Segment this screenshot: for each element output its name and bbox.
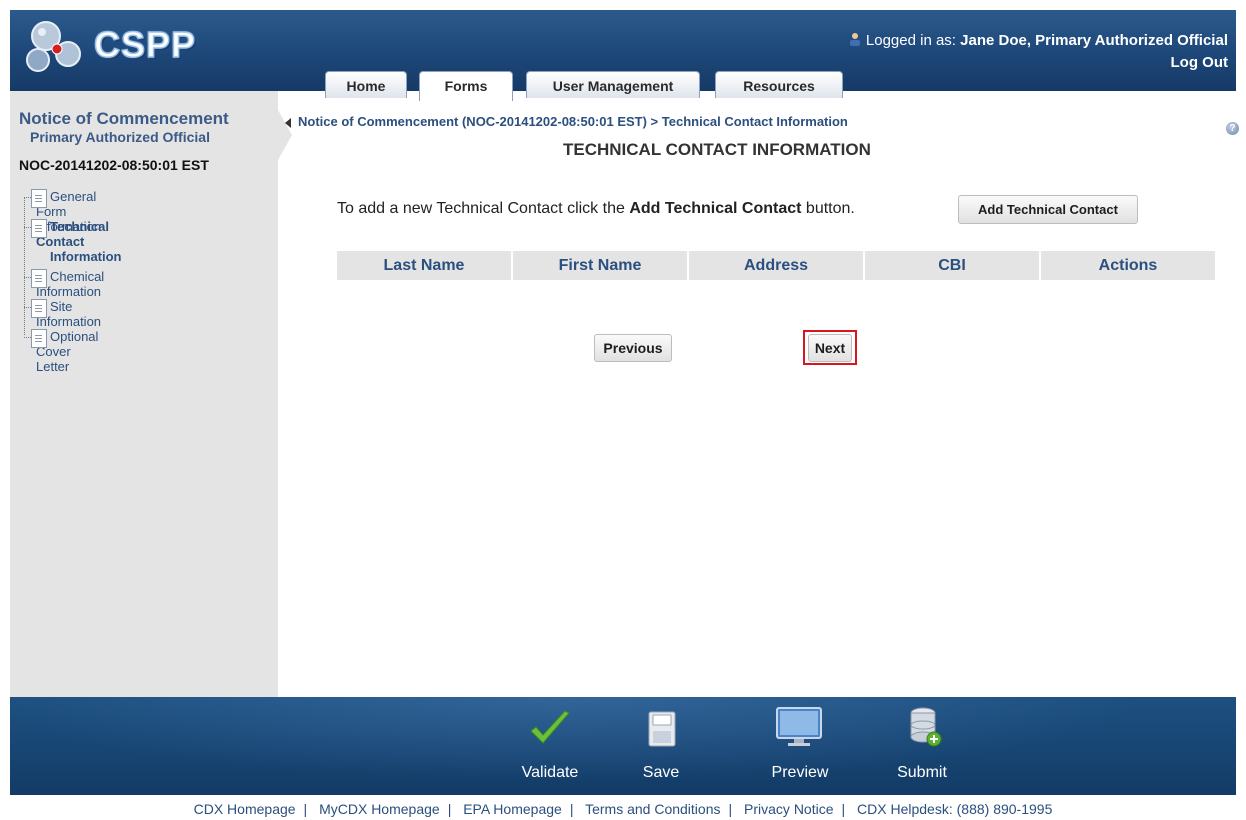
link-epa-homepage[interactable]: EPA Homepage	[463, 801, 562, 817]
add-technical-contact-button[interactable]: Add Technical Contact	[958, 195, 1138, 224]
app-header: CSPP Logged in as: Jane Doe, Primary Aut…	[10, 10, 1236, 101]
page-title: TECHNICAL CONTACT INFORMATION	[563, 140, 871, 159]
column-actions[interactable]: Actions	[1041, 251, 1215, 280]
submit-label: Submit	[897, 764, 947, 781]
instruction-pre: To add a new Technical Contact click the	[337, 200, 630, 217]
sidebar-title: Notice of Commencement	[19, 109, 229, 128]
form-id: NOC-20141202-08:50:01 EST	[19, 157, 209, 173]
save-label: Save	[642, 764, 680, 781]
document-icon	[31, 299, 47, 318]
form-sidebar: Notice of Commencement Primary Authorize…	[10, 91, 278, 697]
footer-links: CDX Homepage | MyCDX Homepage | EPA Homepa…	[0, 801, 1246, 817]
cspp-logo[interactable]: CSPP	[24, 16, 204, 76]
sidebar-subtitle: Primary Authorized Official	[30, 129, 210, 145]
link-cdx-homepage[interactable]: CDX Homepage	[194, 801, 296, 817]
instruction-text: To add a new Technical Contact click the…	[337, 200, 855, 218]
login-status: Logged in as: Jane Doe, Primary Authoriz…	[848, 32, 1228, 49]
instruction-post: button.	[801, 200, 855, 217]
sidebar-item-chemical-information[interactable]: Chemical Information	[31, 269, 104, 299]
help-icon[interactable]: ?	[1226, 122, 1239, 135]
document-icon	[31, 189, 47, 208]
tab-forms[interactable]: Forms	[419, 71, 513, 101]
user-name: Jane Doe, Primary Authorized Official	[960, 32, 1228, 49]
sidebar-item-label-line2: Information	[50, 249, 122, 264]
database-add-icon	[910, 707, 942, 747]
molecule-icon	[26, 21, 81, 72]
logged-in-label: Logged in as:	[865, 32, 956, 49]
monitor-icon	[776, 707, 822, 746]
sidebar-item-optional-cover-letter[interactable]: Optional Cover Letter	[31, 329, 98, 374]
link-separator: |	[447, 801, 452, 817]
collapse-arrow-icon[interactable]	[285, 118, 291, 128]
next-button[interactable]: Next	[808, 334, 852, 362]
link-separator: |	[569, 801, 574, 817]
link-separator: |	[728, 801, 733, 817]
tab-resources[interactable]: Resources	[715, 71, 843, 98]
link-terms-and-conditions[interactable]: Terms and Conditions	[585, 801, 720, 817]
link-mycdx-homepage[interactable]: MyCDX Homepage	[319, 801, 440, 817]
app-name: CSPP	[93, 23, 197, 66]
column-first-name[interactable]: First Name	[513, 251, 687, 280]
sidebar-item-technical-contact-information[interactable]: Technical Contact Information	[31, 219, 122, 264]
validate-label: Validate	[521, 764, 579, 781]
link-privacy-notice[interactable]: Privacy Notice	[744, 801, 833, 817]
action-bar: Validate Save Preview Submit	[10, 697, 1236, 795]
link-separator: |	[841, 801, 846, 817]
logout-link[interactable]: Log Out	[1171, 54, 1228, 71]
document-icon	[31, 219, 47, 238]
contacts-table-header: Last Name First Name Address CBI Actions	[337, 251, 1215, 280]
column-last-name[interactable]: Last Name	[337, 251, 511, 280]
user-icon	[849, 33, 860, 46]
document-icon	[31, 269, 47, 288]
breadcrumb[interactable]: Notice of Commencement (NOC-20141202-08:…	[298, 114, 848, 129]
tab-user-management[interactable]: User Management	[526, 71, 700, 98]
document-icon	[31, 329, 47, 348]
previous-button[interactable]: Previous	[594, 334, 672, 362]
sidebar-item-site-information[interactable]: Site Information	[31, 299, 101, 329]
preview-label: Preview	[771, 764, 829, 781]
footer-glow	[10, 697, 1236, 795]
tree-line	[24, 197, 25, 335]
checkmark-icon	[530, 710, 570, 744]
tab-home[interactable]: Home	[325, 71, 407, 98]
column-cbi[interactable]: CBI	[865, 251, 1039, 280]
link-separator: |	[303, 801, 308, 817]
floppy-disk-icon	[648, 711, 676, 747]
column-address[interactable]: Address	[689, 251, 863, 280]
instruction-bold: Add Technical Contact	[629, 200, 802, 217]
link-cdx-helpdesk[interactable]: CDX Helpdesk: (888) 890-1995	[857, 801, 1052, 817]
